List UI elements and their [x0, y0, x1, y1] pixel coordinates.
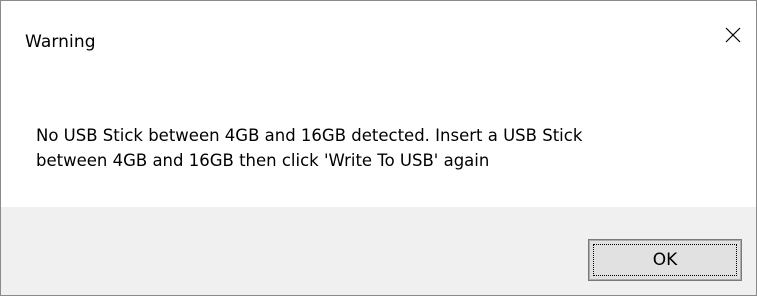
message-area: No USB Stick between 4GB and 16GB detect…	[1, 89, 756, 207]
button-bar: OK	[1, 207, 756, 295]
title-bar: Warning	[1, 1, 756, 89]
close-icon	[725, 27, 741, 43]
message-text: No USB Stick between 4GB and 16GB detect…	[36, 126, 583, 170]
close-button[interactable]	[710, 13, 756, 57]
dialog-title: Warning	[25, 32, 96, 52]
ok-button-label: OK	[652, 250, 678, 270]
ok-button[interactable]: OK	[588, 239, 742, 281]
warning-dialog: Warning No USB Stick between 4GB and 16G…	[0, 0, 757, 296]
